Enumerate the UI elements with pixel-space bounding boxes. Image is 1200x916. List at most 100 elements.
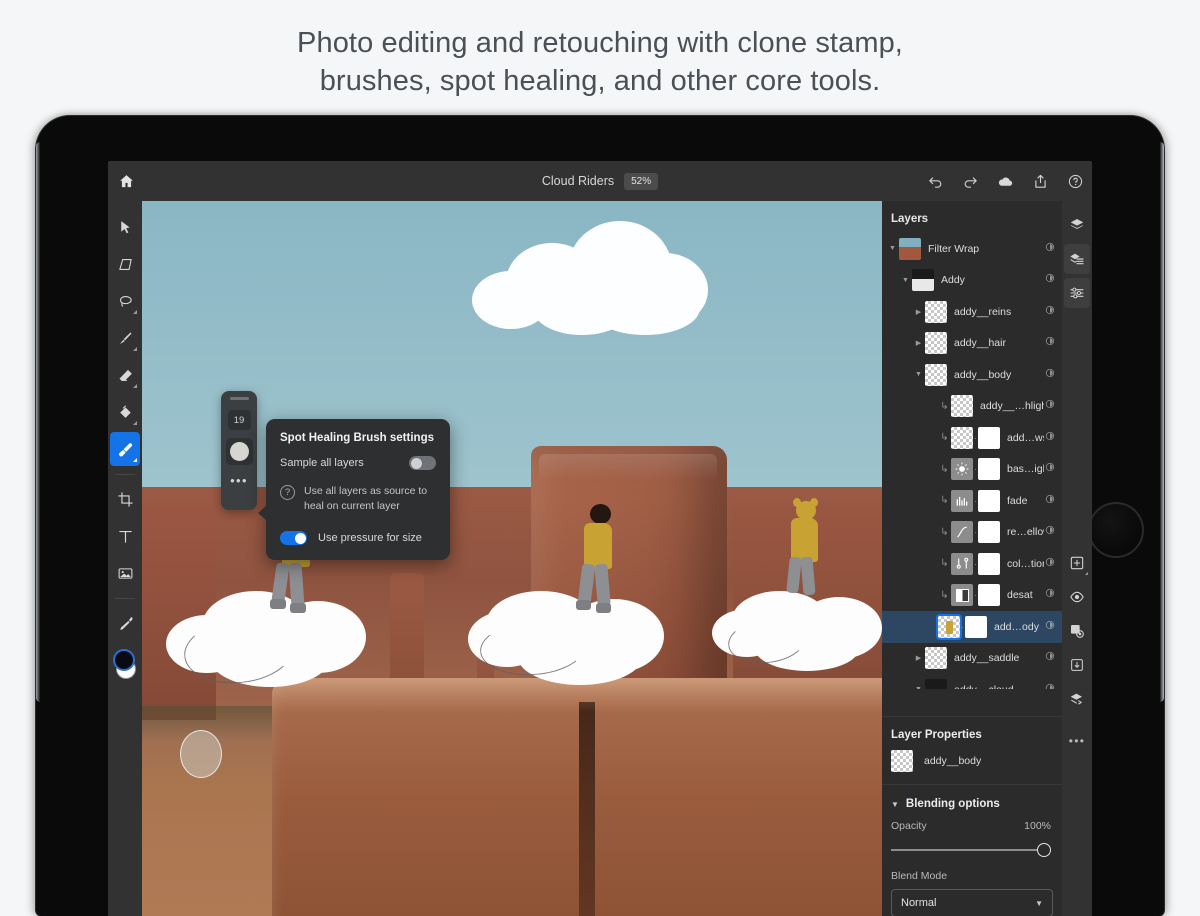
layer-visibility-toggle[interactable] [1044, 460, 1056, 478]
opacity-slider-knob[interactable] [1037, 843, 1051, 857]
layer-row[interactable]: ↳·desat [882, 580, 1062, 612]
transform-tool[interactable] [110, 247, 140, 281]
more-options-button[interactable]: ••• [1064, 726, 1090, 756]
layer-visibility-toggle[interactable] [1044, 523, 1056, 541]
share-button[interactable] [1032, 173, 1049, 190]
place-image-tool[interactable] [110, 556, 140, 590]
layer-row[interactable]: ▼addy__body [882, 359, 1062, 391]
layer-row[interactable]: ·add…ody [882, 611, 1062, 643]
redo-button[interactable] [962, 173, 979, 190]
layer-visibility-toggle[interactable] [1044, 366, 1056, 384]
layer-row[interactable]: ▶addy__reins [882, 296, 1062, 328]
layer-row[interactable]: ▶addy__hair [882, 328, 1062, 360]
help-button[interactable] [1067, 173, 1084, 190]
layer-visibility-toggle[interactable] [1044, 681, 1056, 689]
merge-layers-button[interactable] [1064, 684, 1090, 714]
color-swatch[interactable] [110, 647, 140, 683]
layer-thumbnail[interactable] [912, 269, 934, 291]
layer-thumbnail[interactable] [925, 364, 947, 386]
layer-visibility-toggle[interactable] [1044, 240, 1056, 258]
blending-options-header[interactable]: ▼ Blending options [882, 789, 1062, 820]
layer-visibility-toggle[interactable] [1044, 649, 1056, 667]
layer-visibility-button[interactable] [1064, 582, 1090, 612]
layer-thumbnail[interactable] [951, 490, 973, 512]
layer-row[interactable]: ↳·col…tion [882, 548, 1062, 580]
layer-row[interactable]: ▼addy__cloud [882, 674, 1062, 689]
device-home-button[interactable] [1088, 502, 1144, 558]
zoom-level-badge[interactable]: 52% [624, 173, 658, 190]
layer-mask-thumbnail[interactable] [978, 553, 1000, 575]
brush-more-options-button[interactable]: ••• [230, 476, 248, 486]
layer-thumbnail[interactable] [951, 395, 973, 417]
layer-thumbnail[interactable] [951, 521, 973, 543]
eraser-tool[interactable] [110, 358, 140, 392]
layer-row[interactable]: ↳·bas…ight [882, 454, 1062, 486]
layer-row[interactable]: ↳·add…ws [882, 422, 1062, 454]
chevron-down-icon[interactable]: ▼ [899, 277, 912, 284]
brush-tool[interactable] [110, 321, 140, 355]
crop-tool[interactable] [110, 482, 140, 516]
chevron-down-icon[interactable]: ▼ [912, 686, 925, 689]
layer-visibility-toggle[interactable] [1044, 271, 1056, 289]
layer-mask-thumbnail[interactable] [978, 584, 1000, 606]
layer-thumbnail[interactable] [938, 616, 960, 638]
layer-thumbnail[interactable] [925, 647, 947, 669]
layer-thumbnail[interactable] [925, 679, 947, 689]
brush-size-value[interactable]: 19 [228, 410, 251, 430]
layer-mask-thumbnail[interactable] [978, 458, 1000, 480]
chevron-down-icon[interactable]: ▼ [886, 245, 899, 252]
type-tool[interactable] [110, 519, 140, 553]
sample-all-layers-toggle[interactable] [409, 456, 436, 470]
layer-row[interactable]: ↳·fade [882, 485, 1062, 517]
chevron-right-icon[interactable]: ▶ [912, 654, 925, 662]
home-button[interactable] [108, 173, 144, 190]
layer-row[interactable]: ▼Filter Wrap [882, 233, 1062, 265]
layer-visibility-toggle[interactable] [1044, 429, 1056, 447]
add-layer-button[interactable] [1064, 548, 1090, 578]
chevron-right-icon[interactable]: ▶ [912, 308, 925, 316]
brush-preview[interactable] [226, 438, 253, 465]
layer-visibility-toggle[interactable] [1044, 303, 1056, 321]
fill-tool[interactable] [110, 395, 140, 429]
clipping-mask-button[interactable] [1064, 650, 1090, 680]
layer-row[interactable]: ↳addy__…hlights [882, 391, 1062, 423]
layer-visibility-toggle[interactable] [1044, 397, 1056, 415]
layer-mask-thumbnail[interactable] [978, 490, 1000, 512]
layer-mask-button[interactable] [1064, 616, 1090, 646]
layer-properties-current-layer[interactable]: addy__body [882, 750, 1062, 784]
use-pressure-row[interactable]: Use pressure for size [280, 531, 436, 545]
layer-mask-thumbnail[interactable] [978, 427, 1000, 449]
foreground-color-swatch[interactable] [113, 649, 135, 671]
layer-visibility-toggle[interactable] [1044, 492, 1056, 510]
undo-button[interactable] [927, 173, 944, 190]
chevron-right-icon[interactable]: ▶ [912, 339, 925, 347]
layer-mask-thumbnail[interactable] [965, 616, 987, 638]
cloud-sync-button[interactable] [997, 173, 1014, 190]
blend-mode-select[interactable]: Normal ▼ [891, 889, 1053, 916]
layer-visibility-toggle[interactable] [1044, 555, 1056, 573]
question-mark-icon[interactable]: ? [280, 485, 295, 500]
eyedropper-tool[interactable] [110, 606, 140, 640]
layer-thumbnail[interactable] [951, 427, 973, 449]
palette-drag-handle[interactable] [230, 397, 249, 400]
layer-visibility-toggle[interactable] [1044, 334, 1056, 352]
move-tool[interactable] [110, 210, 140, 244]
layer-thumbnail[interactable] [951, 458, 973, 480]
layers-panel-button[interactable] [1064, 210, 1090, 240]
chevron-down-icon[interactable]: ▼ [912, 371, 925, 378]
layer-thumbnail[interactable] [925, 301, 947, 323]
image-canvas[interactable]: 19 ••• Spot Healing Brush settings Sampl… [142, 201, 882, 916]
layer-thumbnail[interactable] [951, 584, 973, 606]
layer-stack-button[interactable] [1064, 244, 1090, 274]
layers-list[interactable]: ▼Filter Wrap▼Addy▶addy__reins▶addy__hair… [882, 233, 1062, 689]
adjustments-button[interactable] [1064, 278, 1090, 308]
layer-mask-thumbnail[interactable] [978, 521, 1000, 543]
opacity-slider[interactable] [891, 843, 1051, 857]
layer-row[interactable]: ▶addy__saddle [882, 643, 1062, 675]
layer-visibility-toggle[interactable] [1044, 618, 1056, 636]
layer-thumbnail[interactable] [925, 332, 947, 354]
layer-row[interactable]: ▼Addy [882, 265, 1062, 297]
use-pressure-toggle[interactable] [280, 531, 307, 545]
spot-healing-brush-tool[interactable] [110, 432, 140, 466]
layer-thumbnail[interactable] [951, 553, 973, 575]
